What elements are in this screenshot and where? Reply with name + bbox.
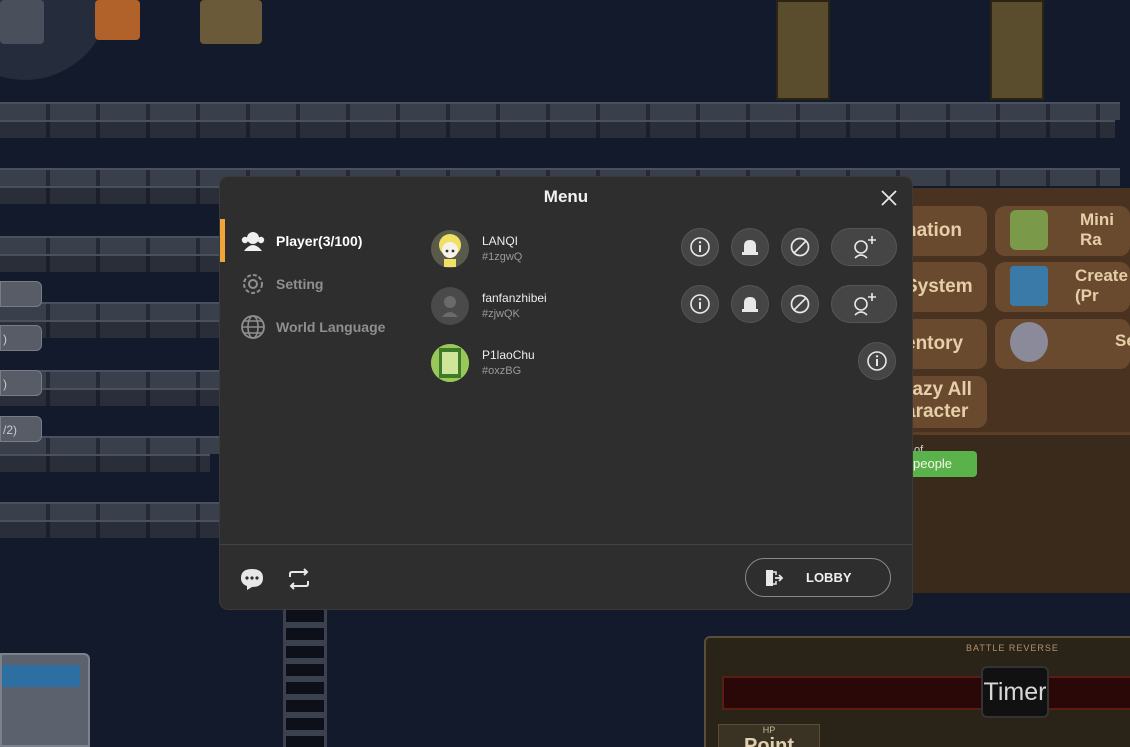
- game-side-button[interactable]: /2): [0, 416, 42, 442]
- game-menu-tile[interactable]: nation: [905, 206, 987, 256]
- player-info-button[interactable]: [681, 228, 719, 266]
- game-menu-tile-label: System: [905, 276, 973, 297]
- players-icon: [239, 227, 267, 255]
- block-icon: [790, 237, 810, 257]
- brick-row: [0, 520, 220, 538]
- game-menu-tile-label: Create (Pr: [1075, 266, 1128, 305]
- minimap-header: [2, 665, 80, 687]
- timer-display: Timer: [981, 666, 1049, 718]
- chat-button[interactable]: [238, 565, 266, 593]
- info-icon: [690, 294, 710, 314]
- player-name: P1laoChu: [482, 348, 535, 362]
- exit-icon: [762, 567, 784, 589]
- avatar: [431, 344, 469, 382]
- refresh-icon: [289, 568, 309, 590]
- add-friend-button[interactable]: [831, 285, 897, 323]
- game-side-button[interactable]: [0, 281, 42, 307]
- pillar: [990, 0, 1044, 100]
- people-badge[interactable]: people: [905, 451, 977, 477]
- brick-row: [0, 102, 1120, 120]
- sidebar-item-world-language[interactable]: World Language: [220, 305, 420, 348]
- chat-icon: [241, 569, 263, 590]
- character-icon: [1010, 322, 1048, 362]
- brick-row: [0, 254, 220, 272]
- brick-row: [0, 186, 220, 204]
- brick-row: [0, 502, 220, 520]
- game-menu-tile-label: razy All aracter: [905, 379, 972, 422]
- item-icon: [1010, 210, 1048, 250]
- sidebar-item-label: World Language: [276, 318, 386, 335]
- battle-hud: BATTLE REVERSE Timer HP Point: [704, 636, 1130, 747]
- game-menu-tile-label: Mini Ra: [1080, 210, 1114, 249]
- pillar: [776, 0, 830, 100]
- game-menu-tile-label: Se: [1115, 331, 1130, 350]
- avatar: [431, 287, 469, 325]
- hp-point-box: HP Point: [718, 724, 820, 747]
- game-prop: [200, 0, 262, 44]
- ladder: [283, 610, 327, 747]
- player-tag: #1zgwQ: [482, 251, 523, 263]
- game-menu-tile-label: entory: [905, 333, 964, 354]
- sidebar-item-setting[interactable]: Setting: [220, 262, 420, 305]
- player-block-button[interactable]: [781, 285, 819, 323]
- player-row: fanfanzhibei #zjwQK: [431, 284, 901, 341]
- sidebar-item-label: Player(3/100): [276, 232, 363, 249]
- point-label: Point: [744, 735, 794, 747]
- player-report-button[interactable]: [731, 285, 769, 323]
- brick-row: [0, 120, 1115, 138]
- hp-label: HP: [762, 725, 776, 735]
- game-side-button[interactable]: ): [0, 325, 42, 351]
- battle-bar: [722, 676, 1130, 710]
- menu-sidebar: Player(3/100) Setting World Language: [220, 219, 420, 348]
- minimap: [0, 653, 90, 747]
- globe-icon: [239, 313, 267, 341]
- player-block-button[interactable]: [781, 228, 819, 266]
- player-row: LANQI #1zgwQ: [431, 227, 901, 284]
- info-icon: [867, 351, 887, 371]
- bell-icon: [742, 297, 758, 312]
- sidebar-item-label: Setting: [276, 275, 324, 292]
- menu-dialog: Menu Player(3/100) Setting World Languag…: [220, 177, 912, 609]
- player-list: LANQI #1zgwQ fanfanzhibei #zjwQK P1laoCh…: [431, 227, 901, 398]
- player-report-button[interactable]: [731, 228, 769, 266]
- close-button[interactable]: [878, 187, 900, 209]
- player-row: P1laoChu #oxzBG: [431, 341, 901, 398]
- game-menu-tile-label: nation: [905, 220, 962, 241]
- game-menu-tile[interactable]: System: [905, 262, 987, 312]
- block-icon: [790, 294, 810, 314]
- battle-label: BATTLE REVERSE: [966, 643, 1059, 653]
- menu-title: Menu: [543, 187, 589, 206]
- brick-row: [0, 236, 220, 254]
- close-icon: [881, 190, 897, 206]
- add-friend-icon: [854, 236, 876, 259]
- game-prop: [0, 0, 44, 44]
- lobby-button[interactable]: LOBBY: [745, 558, 891, 597]
- bell-icon: [742, 240, 758, 255]
- refresh-button[interactable]: [285, 565, 313, 593]
- player-tag: #zjwQK: [482, 308, 520, 320]
- avatar: [431, 230, 469, 268]
- sidebar-item-player[interactable]: Player(3/100): [220, 219, 420, 262]
- player-name: fanfanzhibei: [482, 291, 547, 305]
- game-menu-tile[interactable]: razy All aracter: [905, 376, 987, 428]
- info-icon: [690, 237, 710, 257]
- add-friend-icon: [854, 293, 876, 316]
- lobby-button-label: LOBBY: [806, 570, 852, 585]
- player-info-button[interactable]: [858, 342, 896, 380]
- game-menu-tile[interactable]: entory: [905, 319, 987, 369]
- gear-icon: [239, 270, 267, 298]
- footer-divider: [220, 544, 912, 545]
- exp-icon: [1010, 266, 1048, 306]
- brick-row: [0, 454, 210, 472]
- player-name: LANQI: [482, 234, 519, 248]
- add-friend-button[interactable]: [831, 228, 897, 266]
- player-tag: #oxzBG: [482, 365, 522, 377]
- game-prop: [95, 0, 140, 40]
- game-side-button[interactable]: ): [0, 370, 42, 396]
- player-info-button[interactable]: [681, 285, 719, 323]
